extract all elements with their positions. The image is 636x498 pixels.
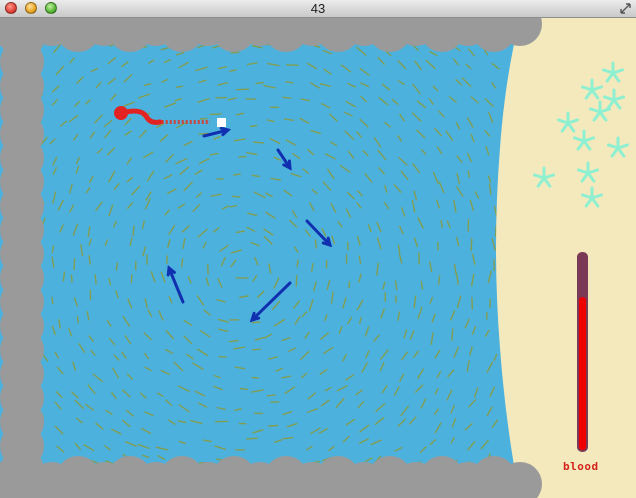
current-stroke xyxy=(245,98,256,101)
current-stroke xyxy=(70,274,73,283)
white-pickup xyxy=(217,118,226,127)
current-stroke xyxy=(252,348,261,351)
current-stroke xyxy=(467,170,470,178)
current-stroke xyxy=(314,239,317,249)
title-bar[interactable]: 43 xyxy=(0,0,636,18)
current-stroke xyxy=(418,252,420,265)
current-stroke xyxy=(236,88,250,91)
current-stroke xyxy=(266,394,276,397)
current-stroke xyxy=(76,315,79,324)
current-stroke xyxy=(470,238,473,252)
window-title: 43 xyxy=(310,1,326,16)
current-stroke xyxy=(51,296,54,305)
current-stroke xyxy=(286,64,299,67)
current-stroke xyxy=(251,376,259,379)
current-stroke xyxy=(239,387,248,391)
current-stroke xyxy=(73,258,76,271)
current-stroke xyxy=(246,437,258,440)
current-stroke xyxy=(255,81,264,85)
blood-meter-fill xyxy=(579,297,586,450)
game-canvas[interactable] xyxy=(0,18,636,498)
current-stroke xyxy=(268,424,279,427)
current-stroke xyxy=(253,141,265,144)
current-stroke xyxy=(166,255,168,264)
current-stroke xyxy=(251,321,261,324)
current-stroke xyxy=(451,328,454,341)
player-head xyxy=(114,106,128,120)
current-stroke xyxy=(282,96,292,99)
current-stroke xyxy=(437,241,439,251)
resize-diagonal-icon[interactable] xyxy=(619,2,632,15)
current-stroke xyxy=(231,195,241,198)
current-stroke xyxy=(249,124,258,128)
current-stroke xyxy=(199,117,208,120)
current-stroke xyxy=(209,113,222,116)
blood-label: blood xyxy=(563,460,599,473)
current-stroke xyxy=(218,355,227,358)
current-stroke xyxy=(238,155,247,158)
blood-meter xyxy=(577,252,588,452)
